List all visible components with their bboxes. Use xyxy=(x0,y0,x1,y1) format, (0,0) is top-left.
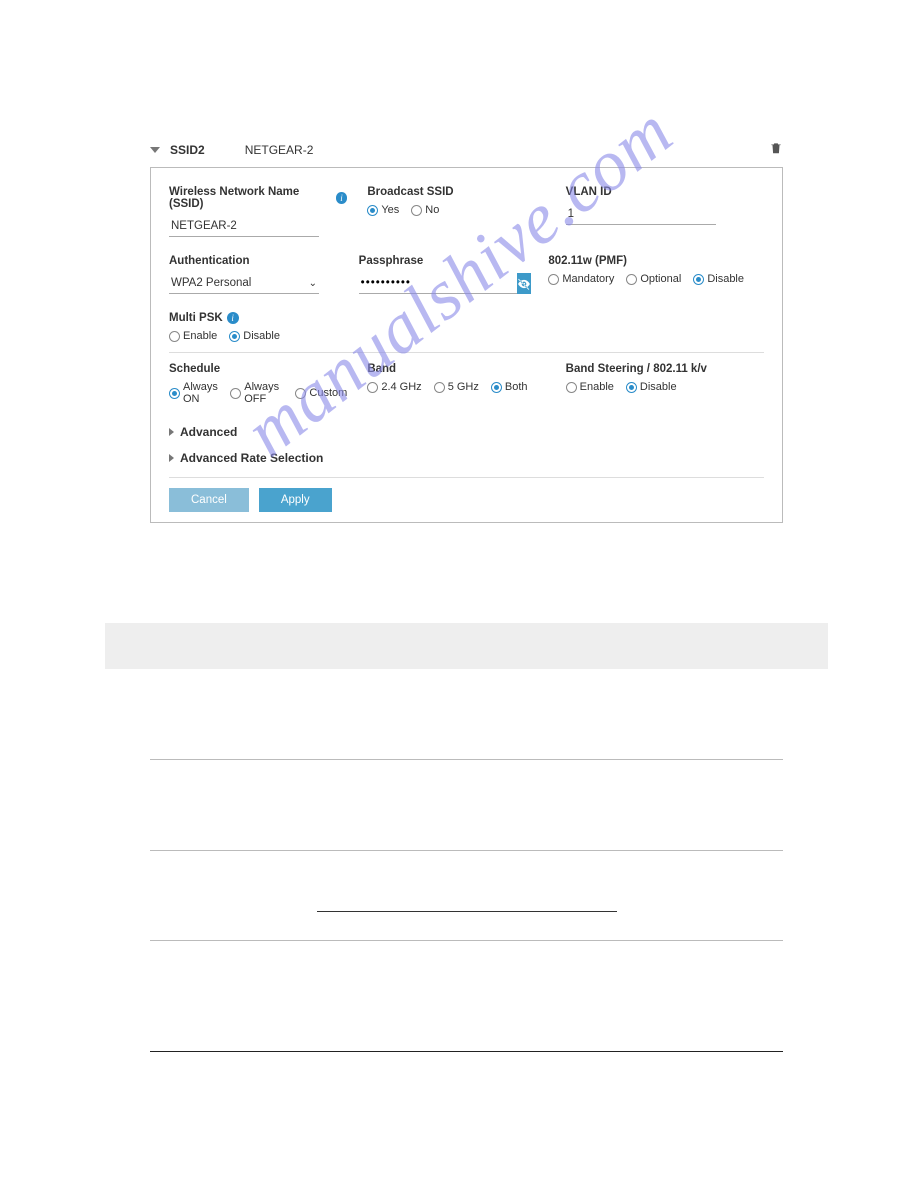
ssid-index-label: SSID2 xyxy=(170,143,205,157)
advanced-rate-toggle[interactable]: Advanced Rate Selection xyxy=(169,445,764,471)
advanced-toggle[interactable]: Advanced xyxy=(169,419,764,445)
separator-line xyxy=(150,940,783,941)
chevron-down-icon: ⌄ xyxy=(309,278,317,289)
band-both-radio[interactable]: Both xyxy=(491,381,528,393)
trash-icon[interactable] xyxy=(769,140,783,159)
ssid-name-input[interactable] xyxy=(169,216,319,237)
band-5-radio[interactable]: 5 GHz xyxy=(434,381,479,393)
multipsk-enable-radio[interactable]: Enable xyxy=(169,330,217,342)
apply-button[interactable]: Apply xyxy=(259,488,332,512)
multipsk-label: Multi PSK i xyxy=(169,312,347,324)
cancel-button[interactable]: Cancel xyxy=(169,488,249,512)
info-icon[interactable]: i xyxy=(336,192,348,204)
pmf-mandatory-radio[interactable]: Mandatory xyxy=(548,273,614,285)
section-divider xyxy=(169,477,764,478)
vlan-id-input[interactable] xyxy=(566,204,716,225)
band-label: Band xyxy=(367,363,545,375)
section-divider xyxy=(169,352,764,353)
separator-line xyxy=(150,759,783,760)
passphrase-label: Passphrase xyxy=(359,255,529,267)
underline-placeholder xyxy=(317,911,617,912)
broadcast-no-radio[interactable]: No xyxy=(411,204,439,216)
steering-disable-radio[interactable]: Disable xyxy=(626,381,677,393)
schedule-always-on-radio[interactable]: Always ON xyxy=(169,381,218,405)
show-password-button[interactable] xyxy=(517,273,531,294)
ssid-name-label: Wireless Network Name (SSID) i xyxy=(169,186,347,210)
ssid-header-toggle[interactable]: SSID2 NETGEAR-2 xyxy=(150,143,313,157)
multipsk-disable-radio[interactable]: Disable xyxy=(229,330,280,342)
chevron-right-icon xyxy=(169,428,174,436)
footer-line xyxy=(150,1051,783,1052)
broadcast-ssid-label: Broadcast SSID xyxy=(367,186,545,198)
band-24-radio[interactable]: 2.4 GHz xyxy=(367,381,421,393)
ssid-name-value: NETGEAR-2 xyxy=(245,143,314,157)
info-icon[interactable]: i xyxy=(227,312,239,324)
vlan-id-label: VLAN ID xyxy=(566,186,744,198)
steering-enable-radio[interactable]: Enable xyxy=(566,381,614,393)
passphrase-input[interactable] xyxy=(359,273,517,294)
gray-band xyxy=(105,623,828,669)
schedule-custom-radio[interactable]: Custom xyxy=(295,387,347,399)
broadcast-yes-radio[interactable]: Yes xyxy=(367,204,399,216)
chevron-right-icon xyxy=(169,454,174,462)
authentication-select[interactable]: WPA2 Personal ⌄ xyxy=(169,273,319,294)
schedule-label: Schedule xyxy=(169,363,347,375)
pmf-label: 802.11w (PMF) xyxy=(548,255,744,267)
authentication-label: Authentication xyxy=(169,255,339,267)
schedule-always-off-radio[interactable]: Always OFF xyxy=(230,381,283,405)
pmf-optional-radio[interactable]: Optional xyxy=(626,273,681,285)
ssid-header-row: SSID2 NETGEAR-2 xyxy=(150,140,783,159)
ssid-config-panel: Wireless Network Name (SSID) i Broadcast… xyxy=(150,167,783,523)
band-steering-label: Band Steering / 802.11 k/v xyxy=(566,363,744,375)
pmf-disable-radio[interactable]: Disable xyxy=(693,273,744,285)
chevron-down-icon xyxy=(150,147,160,153)
